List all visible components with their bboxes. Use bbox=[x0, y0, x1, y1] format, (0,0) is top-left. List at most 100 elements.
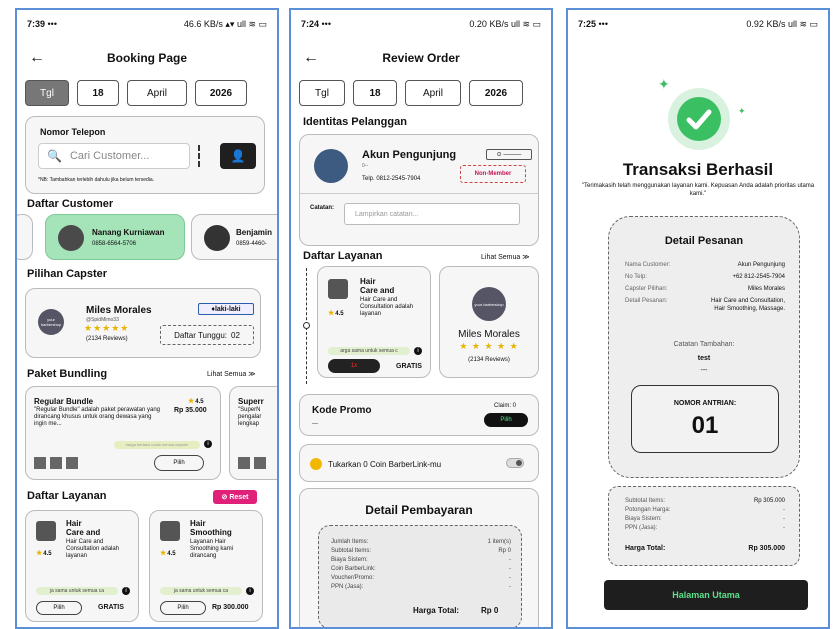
service-card-hair-care[interactable]: Hair Care and Hair Care and Consultation … bbox=[317, 266, 431, 378]
header: ← Review Order bbox=[291, 46, 551, 70]
lihat-semua-link[interactable]: Lihat Semua ≫ bbox=[207, 370, 256, 378]
row-label: Biaya Sistem: bbox=[331, 557, 368, 563]
detail-pesanan-card: Detail Pesanan Nama Customer: Akun Pengun… bbox=[608, 216, 800, 478]
date-day-chip[interactable]: 18 bbox=[353, 80, 397, 106]
service-desc: Layanan Hair Smoothing kami dirancang bbox=[190, 539, 234, 559]
lihat-semua-link[interactable]: Lihat Semua ≫ bbox=[481, 253, 530, 261]
status-icons-right: 0.92 KB/s ull ≋ ▭ bbox=[746, 18, 818, 29]
pilih-button[interactable]: Pilih bbox=[36, 601, 82, 615]
info-icon[interactable]: i bbox=[204, 440, 212, 448]
reset-button[interactable]: ⊘ Reset bbox=[213, 490, 257, 504]
add-user-button[interactable]: 👤 bbox=[220, 143, 256, 169]
detail-title: Detail Pesanan bbox=[664, 235, 744, 247]
status-time: 7:24 bbox=[301, 19, 320, 29]
bundle-card-regular[interactable]: Regular Bundle ★4.5 Rp 35.000 "Regular B… bbox=[25, 386, 221, 480]
info-icon[interactable]: i bbox=[122, 587, 130, 595]
section-pilihan-capster: Pilihan Capster bbox=[27, 268, 108, 280]
harga-total-label: Harga Total: bbox=[625, 545, 666, 552]
nomor-antrian-box: NOMOR ANTRIAN: 01 bbox=[631, 385, 779, 453]
bundle-price: Rp 35.000 bbox=[174, 407, 207, 414]
section-daftar-customer: Daftar Customer bbox=[27, 198, 114, 210]
row-value: Rp 0 bbox=[498, 548, 511, 554]
customer-name: Nanang Kurniawan bbox=[92, 228, 165, 237]
status-icons-right: 0.20 KB/s ull ≋ ▭ bbox=[469, 18, 541, 29]
row-label: Capster Pilihan: bbox=[625, 286, 668, 292]
pilih-button[interactable]: Pilih bbox=[160, 601, 206, 615]
gender-badge: ♦ laki-laki bbox=[198, 303, 254, 315]
row-value: 1 item(s) bbox=[487, 539, 511, 545]
payment-row: Biaya Sistem: - bbox=[331, 556, 511, 565]
service-name: Hair bbox=[360, 277, 376, 286]
back-arrow-icon[interactable]: ← bbox=[303, 49, 319, 67]
customer-name: Akun Pengunjung bbox=[362, 149, 457, 161]
bundle-desc: "SuperN pengalar lengkap bbox=[238, 407, 262, 427]
bundle-desc: "Regular Bundle" adalah paket perawatan … bbox=[34, 407, 161, 427]
date-month-chip[interactable]: April bbox=[127, 80, 187, 106]
service-desc: Hair Care and Consultation adalah layana… bbox=[360, 297, 414, 317]
service-card-hair-smoothing[interactable]: Hair Smoothing Layanan Hair Smoothing kam… bbox=[149, 510, 263, 622]
row-value: Miles Morales bbox=[747, 286, 785, 292]
coin-toggle[interactable] bbox=[506, 458, 524, 468]
section-paket-bundling: Paket Bundling bbox=[27, 368, 108, 380]
date-month-chip[interactable]: April bbox=[405, 80, 461, 106]
customer-phone: 0858-6564-5706 bbox=[92, 241, 137, 247]
catatan-input[interactable]: Lampirkan catatan... bbox=[344, 203, 520, 225]
date-tgl-chip[interactable]: Tgl bbox=[25, 80, 69, 106]
page-title: Booking Page bbox=[106, 51, 187, 65]
bundle-card-super[interactable]: Superr "SuperN pengalar lengkap bbox=[229, 386, 277, 480]
bundle-name: Regular Bundle bbox=[34, 397, 94, 406]
capster-card[interactable]: your barbershop Miles Morales @SpidMimo3… bbox=[25, 288, 261, 358]
capster-card[interactable]: your barbershop Miles Morales ★ ★ ★ ★ ★ … bbox=[439, 266, 539, 378]
customer-card-partial[interactable] bbox=[17, 214, 33, 260]
customer-card-nanang[interactable]: Nanang Kurniawan 0858-6564-5706 bbox=[45, 214, 185, 260]
date-day-chip[interactable]: 18 bbox=[77, 80, 119, 106]
date-year-chip[interactable]: 2026 bbox=[469, 80, 523, 106]
id-chip: ⊙ ——— bbox=[486, 149, 532, 160]
pilih-button[interactable]: Pilih bbox=[154, 455, 204, 471]
subtitle: "Terimakasih telah menggunakan layanan k… bbox=[581, 183, 815, 197]
service-icon bbox=[34, 457, 46, 469]
date-year-chip[interactable]: 2026 bbox=[195, 80, 247, 106]
status-icons-left: ••• bbox=[598, 19, 608, 29]
promo-value: --- bbox=[312, 421, 318, 427]
row-value: - bbox=[783, 525, 785, 531]
search-input[interactable]: 🔍 Cari Customer... bbox=[38, 143, 190, 169]
service-rating: 4.5 bbox=[167, 551, 176, 557]
status-bar: 7:25 ••• 0.92 KB/s ull ≋ ▭ bbox=[568, 10, 828, 38]
timeline-dot-icon bbox=[303, 322, 310, 329]
service-card-hair-care[interactable]: Hair Care and Hair Care and Consultation … bbox=[25, 510, 139, 622]
harga-total-row: Harga Total: Rp 305.000 bbox=[625, 545, 785, 552]
row-label: Nama Customer: bbox=[625, 262, 671, 268]
quantity-button[interactable]: 1x bbox=[328, 359, 380, 373]
service-rating: 4.5 bbox=[335, 311, 344, 317]
back-arrow-icon[interactable]: ← bbox=[29, 49, 45, 67]
sparkle-icon: ✦ bbox=[658, 76, 670, 92]
info-icon[interactable]: i bbox=[246, 587, 254, 595]
halaman-utama-button[interactable]: Halaman Utama bbox=[604, 580, 808, 610]
header: ← Booking Page bbox=[17, 46, 277, 70]
row-label: Voucher/Promo: bbox=[331, 575, 375, 581]
barbershop-logo: your barbershop bbox=[38, 309, 64, 335]
service-name-2: Care and bbox=[66, 528, 101, 537]
row-value: - bbox=[783, 507, 785, 513]
row-label: Subtotal Items: bbox=[625, 498, 666, 504]
row-value: Rp 305.000 bbox=[753, 498, 785, 504]
queue-label: Daftar Tunggu: bbox=[174, 330, 227, 340]
coin-text: Tukarkan 0 Coin BarberLink-mu bbox=[328, 460, 442, 469]
service-icon bbox=[50, 457, 62, 469]
info-icon[interactable]: i bbox=[414, 347, 422, 355]
row-label: Coin BarberLink: bbox=[331, 566, 376, 572]
page-title: Review Order bbox=[382, 51, 460, 65]
date-tgl-chip[interactable]: Tgl bbox=[299, 80, 345, 106]
row-label: Potongan Harga: bbox=[625, 507, 671, 513]
status-time: 7:25 bbox=[578, 19, 597, 29]
customer-card-benjamin[interactable]: Benjamin 0859-4460- bbox=[191, 214, 277, 260]
row-value: Hair Care and Consultation, Hair Smoothi… bbox=[710, 298, 785, 312]
row-value: +62 812-2545-7904 bbox=[732, 274, 785, 280]
customer-name: Benjamin bbox=[236, 228, 273, 237]
capster-name: Miles Morales bbox=[86, 305, 152, 316]
payment-row: Jumlah Items: 1 item(s) bbox=[331, 538, 511, 547]
booking-page-screen: 7:39 ••• 46.6 KB/s ▴▾ ull ≋ ▭ ← Booking … bbox=[15, 8, 279, 629]
promo-pilih-button[interactable]: Pilih bbox=[484, 413, 528, 427]
service-note: arga sama untuk semua c bbox=[328, 347, 410, 355]
